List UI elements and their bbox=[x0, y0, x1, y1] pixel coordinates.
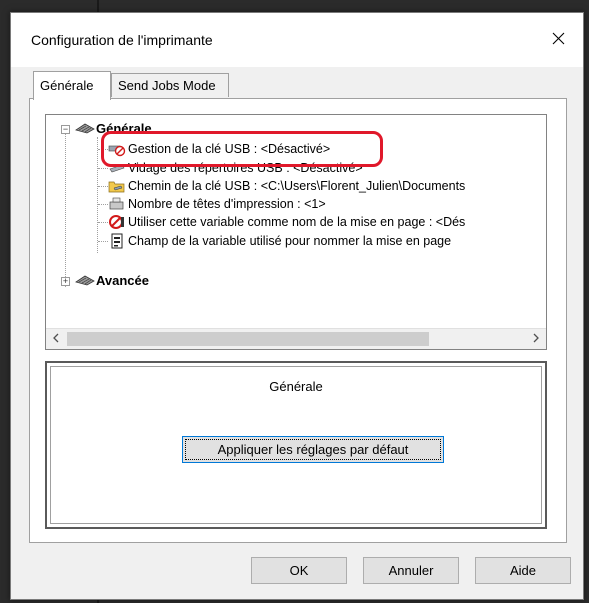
scroll-right-button[interactable] bbox=[526, 329, 546, 349]
settings-tree[interactable]: − Générale Gestion de la clé USB : <Désa… bbox=[45, 114, 547, 350]
tree-line bbox=[98, 241, 108, 242]
tree-line bbox=[98, 222, 108, 223]
printer-head-icon bbox=[74, 273, 95, 289]
window-title: Configuration de l'imprimante bbox=[31, 32, 213, 48]
scroll-left-button[interactable] bbox=[46, 329, 66, 349]
chevron-left-icon bbox=[53, 333, 59, 343]
tree-item-label: Utiliser cette variable comme nom de la … bbox=[128, 215, 466, 229]
tree-content: − Générale Gestion de la clé USB : <Désa… bbox=[46, 115, 530, 333]
tree-line bbox=[98, 204, 108, 205]
help-button[interactable]: Aide bbox=[475, 557, 571, 584]
tab-panel-generale: − Générale Gestion de la clé USB : <Désa… bbox=[29, 98, 567, 543]
printer-config-dialog: Configuration de l'imprimante Générale S… bbox=[10, 12, 584, 600]
forbidden-icon bbox=[108, 214, 126, 230]
description-panel: Générale Appliquer les réglages par défa… bbox=[45, 361, 547, 529]
tree-group-label: Avancée bbox=[96, 273, 149, 288]
tab-generale[interactable]: Générale bbox=[33, 71, 111, 100]
tree-item-label: Chemin de la clé USB : <C:\Users\Florent… bbox=[128, 179, 466, 193]
horizontal-scrollbar[interactable] bbox=[46, 328, 546, 349]
close-icon bbox=[552, 32, 564, 44]
usb-icon bbox=[108, 160, 126, 176]
apply-defaults-button[interactable]: Appliquer les réglages par défaut bbox=[182, 436, 444, 463]
description-title: Générale bbox=[269, 379, 323, 394]
usb-disabled-icon bbox=[108, 141, 126, 157]
tree-line bbox=[98, 168, 108, 169]
cancel-button[interactable]: Annuler bbox=[363, 557, 459, 584]
title-bar: Configuration de l'imprimante bbox=[11, 13, 583, 67]
close-button[interactable] bbox=[545, 25, 571, 51]
tree-line bbox=[98, 149, 108, 150]
ok-button[interactable]: OK bbox=[251, 557, 347, 584]
variable-field-icon bbox=[108, 233, 126, 249]
tree-item-label: Champ de la variable utilisé pour nommer… bbox=[128, 234, 452, 248]
print-heads-icon bbox=[108, 196, 126, 212]
tree-item-label: Vidage des répertoires USB : <Désactivé> bbox=[128, 161, 363, 175]
tree-item-label: Nombre de têtes d'impression : <1> bbox=[128, 197, 326, 211]
printer-head-icon bbox=[74, 121, 95, 137]
tab-send-jobs-mode[interactable]: Send Jobs Mode bbox=[111, 73, 229, 97]
chevron-right-icon bbox=[533, 333, 539, 343]
description-panel-inner: Générale Appliquer les réglages par défa… bbox=[50, 366, 542, 524]
tree-line bbox=[65, 129, 66, 287]
tree-line bbox=[98, 186, 108, 187]
tree-expand-toggle[interactable]: + bbox=[61, 277, 70, 286]
tree-item-label: Gestion de la clé USB : <Désactivé> bbox=[128, 142, 331, 156]
scrollbar-thumb[interactable] bbox=[67, 332, 429, 346]
folder-usb-icon bbox=[108, 178, 126, 194]
tree-collapse-toggle[interactable]: − bbox=[61, 125, 70, 134]
tree-group-label: Générale bbox=[96, 121, 152, 136]
backdrop-divider bbox=[97, 0, 99, 12]
tree-line bbox=[97, 137, 98, 253]
